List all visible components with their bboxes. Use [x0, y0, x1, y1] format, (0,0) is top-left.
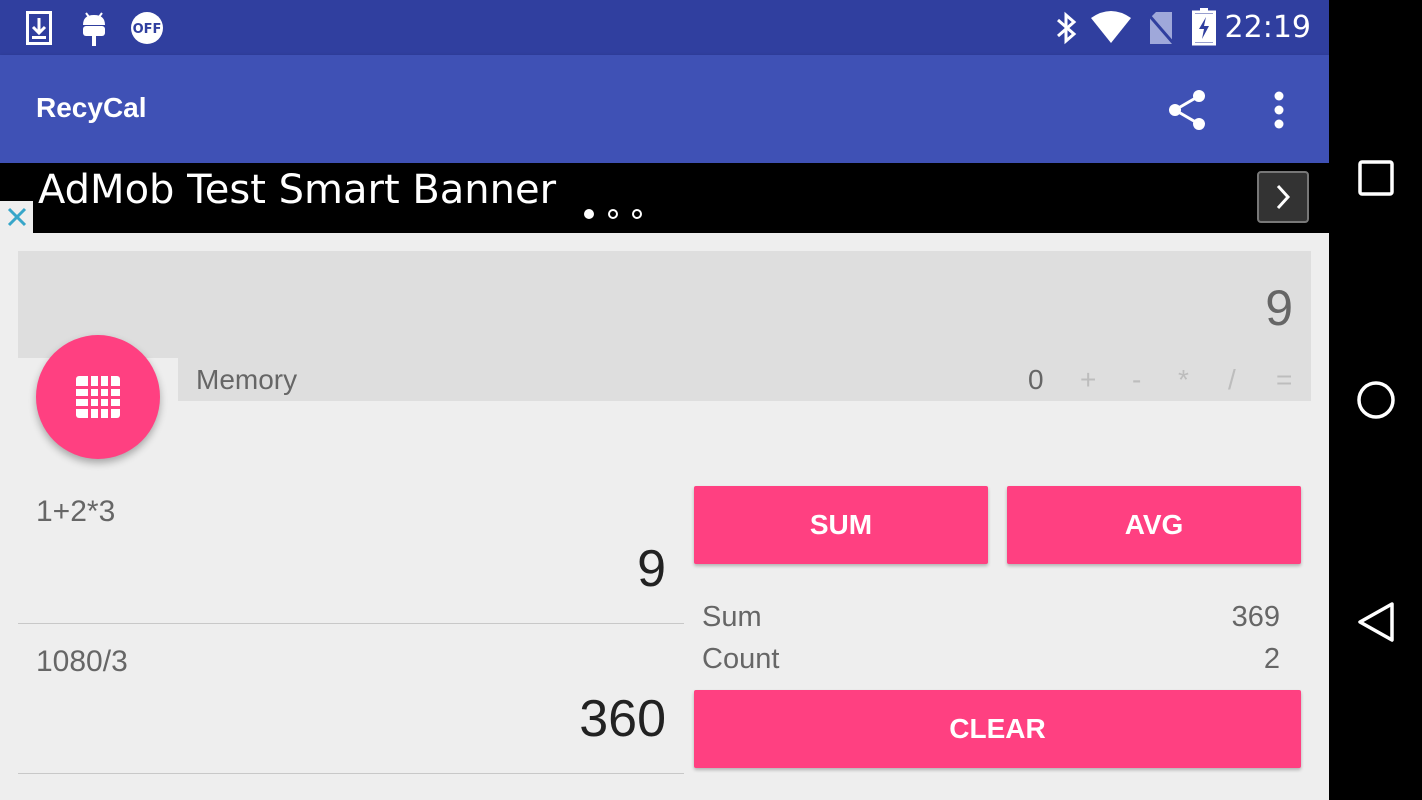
history-item[interactable]: 1080/3 360 — [18, 623, 684, 774]
memory-op-equals[interactable]: = — [1276, 364, 1292, 396]
memory-op-divide[interactable]: / — [1228, 364, 1236, 396]
android-debug-icon — [80, 11, 108, 51]
overflow-menu-button[interactable] — [1252, 83, 1306, 137]
ad-page-dot — [584, 209, 594, 219]
chevron-right-icon — [1276, 184, 1291, 210]
home-icon — [1357, 381, 1395, 419]
count-value: 2 — [1263, 643, 1280, 675]
ad-banner[interactable]: AdMob Test Smart Banner — [0, 163, 1329, 233]
share-icon — [1169, 90, 1205, 130]
display-value: 9 — [1265, 280, 1293, 336]
memory-value: 0 — [1028, 364, 1044, 395]
navigation-bar — [1329, 0, 1422, 800]
close-icon — [7, 207, 26, 227]
back-button[interactable] — [1353, 599, 1399, 645]
back-icon — [1358, 602, 1394, 642]
ad-page-indicator — [584, 209, 642, 219]
history-expression: 1+2*3 — [36, 495, 116, 528]
keypad-grid-icon — [76, 376, 120, 418]
memory-label: Memory — [196, 364, 298, 395]
ad-text: AdMob Test Smart Banner — [38, 167, 557, 213]
history-result: 9 — [637, 540, 666, 598]
download-icon — [26, 11, 52, 49]
memory-op-plus[interactable]: + — [1080, 364, 1096, 396]
ad-next-button[interactable] — [1257, 171, 1309, 223]
home-button[interactable] — [1353, 377, 1399, 423]
clear-button[interactable]: CLEAR — [694, 690, 1301, 768]
status-time: 22:19 — [1224, 10, 1311, 45]
status-bar: OFF 22:19 — [0, 0, 1329, 55]
calculator-display[interactable]: 9 — [18, 251, 1311, 358]
count-label: Count — [702, 643, 780, 675]
off-badge-icon: OFF — [130, 11, 164, 49]
memory-op-multiply[interactable]: * — [1178, 364, 1189, 396]
ad-close-button[interactable] — [0, 201, 33, 233]
sum-label: Sum — [702, 601, 762, 633]
keypad-fab[interactable] — [36, 335, 160, 459]
battery-charging-icon — [1192, 8, 1216, 50]
overflow-menu-icon — [1274, 91, 1284, 129]
sum-value: 369 — [1231, 601, 1280, 633]
share-button[interactable] — [1160, 83, 1214, 137]
no-sim-icon — [1146, 10, 1176, 50]
history-item[interactable]: 1+2*3 9 — [18, 473, 684, 624]
memory-op-minus[interactable]: - — [1132, 364, 1141, 396]
recents-icon — [1358, 160, 1394, 196]
sum-button[interactable]: SUM — [694, 486, 988, 564]
wifi-icon — [1090, 10, 1132, 48]
history-result: 360 — [579, 690, 666, 748]
bluetooth-icon — [1054, 10, 1078, 50]
off-badge-text: OFF — [133, 22, 162, 37]
ad-page-dot — [608, 209, 618, 219]
history-expression: 1080/3 — [36, 645, 128, 678]
app-title: RecyCal — [36, 92, 147, 123]
avg-button[interactable]: AVG — [1007, 486, 1301, 564]
ad-page-dot — [632, 209, 642, 219]
memory-row: Memory 0 + - * / = — [178, 358, 1311, 401]
app-bar: RecyCal — [0, 55, 1329, 163]
recents-button[interactable] — [1353, 155, 1399, 201]
app-screen: OFF 22:19 RecyCal AdMob Test Smart Banne… — [0, 0, 1329, 800]
